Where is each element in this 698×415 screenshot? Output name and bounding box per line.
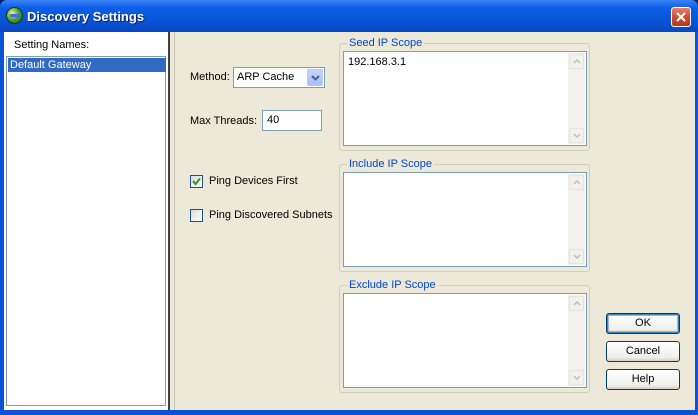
ping-discovered-subnets-label[interactable]: Ping Discovered Subnets <box>209 209 333 221</box>
setting-names-list[interactable] <box>6 56 166 406</box>
scroll-up-button[interactable] <box>569 296 584 311</box>
scroll-down-button[interactable] <box>569 370 584 385</box>
include-ip-scope-textarea[interactable] <box>343 172 587 267</box>
ping-devices-first-checkbox[interactable] <box>190 175 203 188</box>
scroll-down-arrow-icon <box>573 254 581 259</box>
help-button[interactable]: Help <box>606 369 680 390</box>
scroll-up-arrow-icon <box>573 180 581 185</box>
scroll-down-arrow-icon <box>573 133 581 138</box>
scroll-down-button[interactable] <box>569 128 584 143</box>
scroll-down-arrow-icon <box>573 375 581 380</box>
exclude-ip-scope-textarea[interactable] <box>343 293 587 388</box>
cancel-button[interactable]: Cancel <box>606 341 680 362</box>
scroll-up-button[interactable] <box>569 175 584 190</box>
scrollbar[interactable] <box>568 174 585 265</box>
include-ip-scope-title: Include IP Scope <box>347 158 434 170</box>
scroll-up-button[interactable] <box>569 54 584 69</box>
scrollbar[interactable] <box>568 53 585 144</box>
setting-names-label: Setting Names: <box>14 39 90 51</box>
ping-discovered-subnets-checkbox[interactable] <box>190 209 203 222</box>
method-value: ARP Cache <box>237 71 295 83</box>
max-threads-input[interactable]: 40 <box>262 110 322 131</box>
scrollbar[interactable] <box>568 295 585 386</box>
dropdown-button[interactable] <box>307 69 323 86</box>
ping-devices-first-label[interactable]: Ping Devices First <box>209 175 298 187</box>
method-label: Method: <box>190 71 230 83</box>
window-title: Discovery Settings <box>27 9 145 24</box>
check-icon <box>192 177 201 186</box>
ok-button[interactable]: OK <box>606 313 680 334</box>
scroll-down-button[interactable] <box>569 249 584 264</box>
max-threads-label: Max Threads: <box>190 115 258 127</box>
seed-ip-scope-textarea[interactable]: 192.168.3.1 <box>343 51 587 146</box>
exclude-ip-scope-title: Exclude IP Scope <box>347 279 438 291</box>
close-button[interactable] <box>671 7 691 27</box>
network-globe-icon <box>6 7 23 24</box>
scroll-up-arrow-icon <box>573 59 581 64</box>
seed-ip-scope-title: Seed IP Scope <box>347 37 425 49</box>
seed-ip-value: 192.168.3.1 <box>348 56 407 68</box>
close-icon <box>676 12 686 22</box>
method-dropdown[interactable]: ARP Cache <box>233 67 325 88</box>
chevron-down-icon <box>311 75 320 81</box>
scroll-up-arrow-icon <box>573 301 581 306</box>
window-bottom-border <box>4 410 694 415</box>
list-item[interactable]: Default Gateway <box>8 58 166 72</box>
